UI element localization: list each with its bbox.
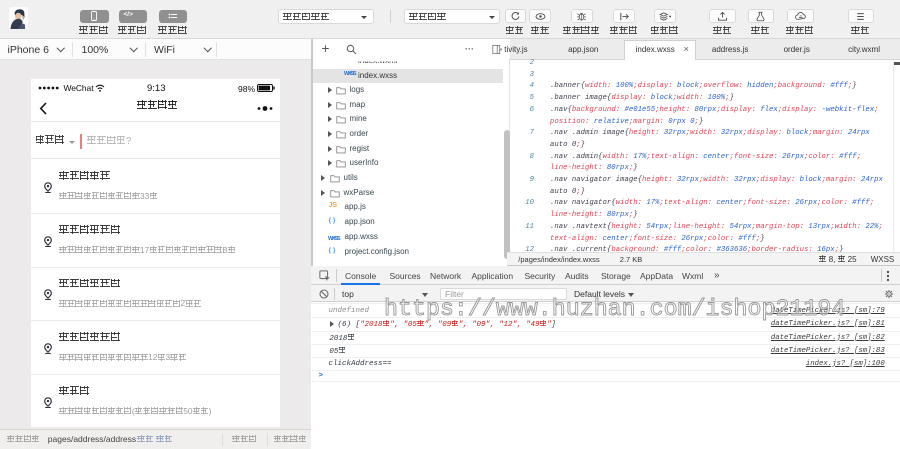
svg-text:WXSS: WXSS [328, 236, 341, 241]
svg-text:WXSS: WXSS [344, 71, 357, 76]
